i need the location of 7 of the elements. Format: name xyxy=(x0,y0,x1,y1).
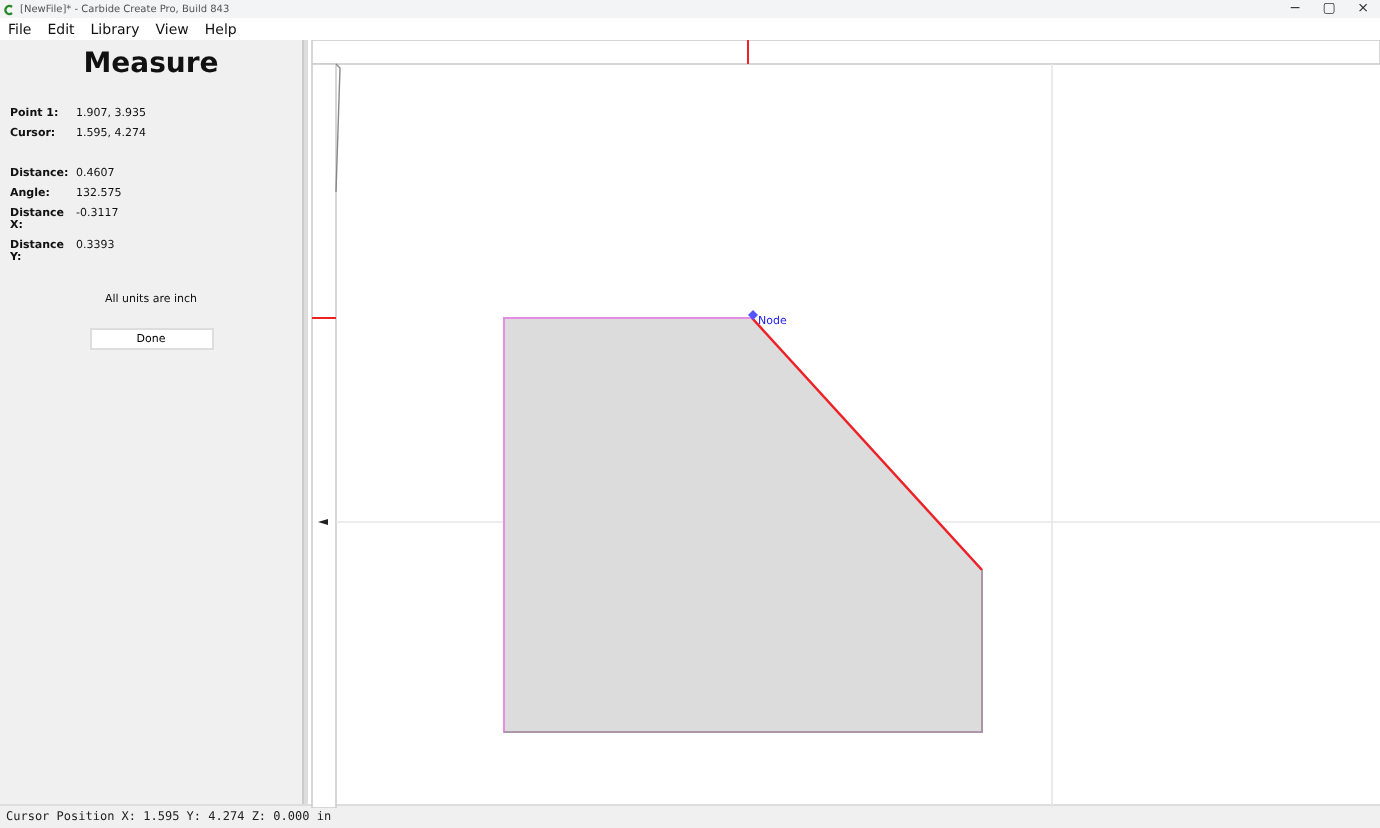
vector-shape[interactable] xyxy=(503,317,983,733)
stock-edge-line xyxy=(335,63,341,193)
panel-title: Measure xyxy=(81,48,221,80)
cursor-marker xyxy=(311,317,337,319)
app-icon xyxy=(4,3,14,15)
cursor-marker xyxy=(747,40,749,65)
origin-marker xyxy=(318,519,328,525)
